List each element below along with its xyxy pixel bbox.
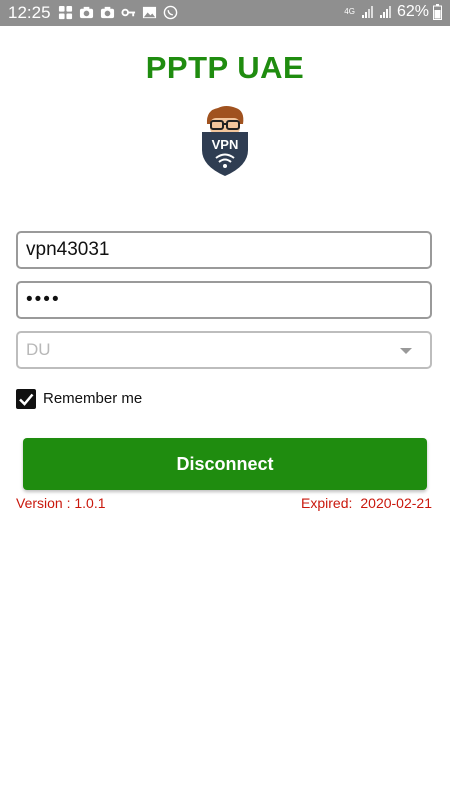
app-title: PPTP UAE — [145, 50, 305, 85]
network-type: 4G — [344, 7, 355, 16]
disconnect-button[interactable]: Disconnect — [23, 438, 427, 490]
checkmark-icon — [19, 393, 34, 406]
signal-icon — [379, 6, 391, 18]
dropdown-arrow-icon — [400, 348, 412, 354]
key-icon — [121, 8, 136, 17]
expired-label: Expired: — [301, 495, 353, 511]
whatsapp-icon — [163, 5, 178, 20]
server-selected-value: DU — [26, 340, 51, 359]
image-icon — [142, 6, 157, 19]
camera-icon — [100, 6, 115, 19]
grid-icon — [58, 5, 73, 20]
username-input[interactable]: vpn43031 — [16, 231, 432, 269]
remember-checkbox[interactable] — [16, 389, 36, 409]
logo-text: VPN — [212, 137, 239, 152]
password-input[interactable]: •••• — [16, 281, 432, 319]
status-right: 4G 62% — [344, 3, 442, 21]
battery-icon — [433, 4, 442, 20]
battery-percent: 62% — [396, 3, 429, 20]
camera-icon — [79, 6, 94, 19]
status-time: 12:25 — [8, 3, 51, 22]
remember-label[interactable]: Remember me — [43, 390, 142, 407]
notification-icons — [58, 5, 178, 20]
server-select[interactable]: DU — [16, 331, 432, 369]
vpn-hacker-logo: VPN — [202, 106, 248, 176]
signal-icon — [361, 6, 373, 18]
expiry-info: Expired: 2020-02-21 — [301, 495, 432, 511]
status-bar: 12:25 4G 62% — [0, 0, 450, 26]
version-text: Version : 1.0.1 — [16, 495, 106, 511]
expired-date: 2020-02-21 — [360, 495, 432, 511]
